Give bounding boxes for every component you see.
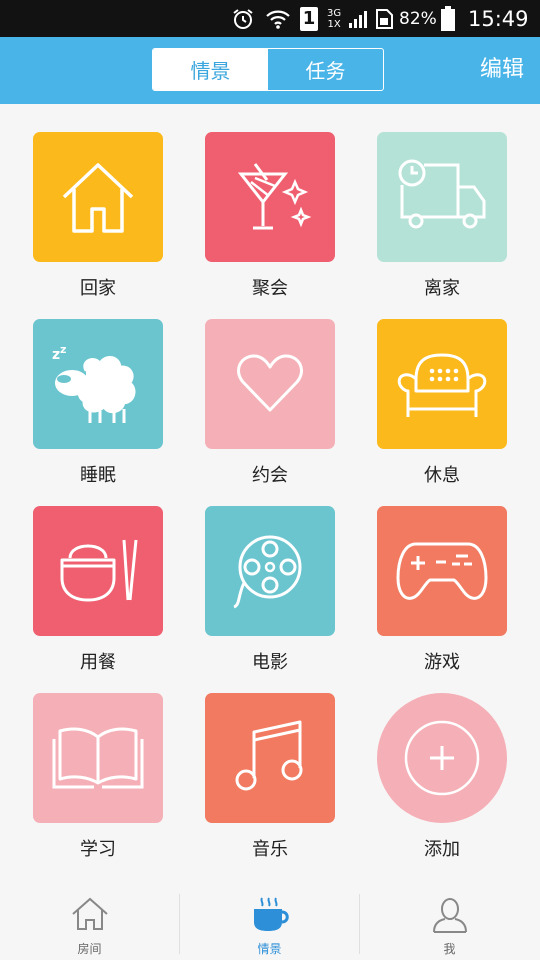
scene-label: 电影: [252, 652, 288, 673]
wifi-icon: [265, 0, 291, 37]
scene-label: 离家: [424, 278, 460, 299]
scene-label: 音乐: [252, 839, 288, 860]
tab-scenes-bottom[interactable]: 情景: [180, 890, 359, 960]
sim-icon: 1: [300, 0, 318, 37]
gamepad-icon: [396, 542, 488, 600]
house-outline-icon: [71, 897, 108, 930]
heart-icon: [237, 354, 303, 412]
bowl-chopsticks-icon: [60, 539, 138, 602]
tab-rooms[interactable]: 房间: [0, 890, 179, 960]
svg-text:z: z: [60, 343, 66, 356]
truck-clock-icon: [398, 159, 486, 229]
scene-label: 睡眠: [80, 465, 116, 486]
network-label: 3G: [327, 7, 342, 19]
sd-card-icon: [374, 0, 394, 37]
person-icon: [432, 898, 467, 933]
segmented-control: 情景 任务: [152, 48, 384, 91]
battery-icon: [440, 0, 456, 37]
alarm-icon: [231, 0, 255, 37]
book-icon: [52, 727, 144, 789]
status-bar: 1 3G 1X 82% 15:49: [0, 0, 540, 37]
header-bar: 情景 任务 编辑: [0, 37, 540, 104]
tab-label: 情景: [257, 942, 282, 956]
music-note-icon: [235, 720, 303, 791]
edit-button[interactable]: 编辑: [480, 51, 524, 83]
film-reel-icon: [233, 535, 302, 609]
tab-label: 房间: [77, 942, 102, 956]
cocktail-icon: [237, 163, 312, 230]
scene-tile-date[interactable]: [205, 319, 335, 449]
network-type: 3G 1X: [327, 0, 341, 37]
scene-grid: 回家 聚会 离家 z z 睡眠 约会 休息 用餐 电影 游戏 学习 音乐 添加: [0, 104, 540, 890]
scene-label: 休息: [424, 465, 460, 486]
scene-tile-music[interactable]: [205, 693, 335, 823]
scene-label: 用餐: [80, 652, 116, 673]
add-scene-button[interactable]: [377, 693, 507, 823]
scene-label: 回家: [80, 278, 116, 299]
svg-text:z: z: [52, 347, 60, 363]
bottom-tab-bar: 房间 情景 我: [0, 890, 540, 960]
scene-tile-party[interactable]: [205, 132, 335, 262]
scene-label: 游戏: [424, 652, 460, 673]
sim-number: 1: [300, 6, 318, 31]
cup-icon: [253, 897, 289, 931]
scene-label: 添加: [424, 839, 460, 860]
sheep-sleep-icon: z z: [52, 343, 136, 423]
scene-label: 约会: [252, 465, 288, 486]
tab-scenes[interactable]: 情景: [153, 49, 268, 90]
scene-tile-sleep[interactable]: z z: [33, 319, 163, 449]
scene-tile-games[interactable]: [377, 506, 507, 636]
clock-time: 15:49: [468, 6, 529, 31]
sofa-icon: [397, 353, 487, 417]
scene-tile-rest[interactable]: [377, 319, 507, 449]
scene-tile-home[interactable]: [33, 132, 163, 262]
scene-label: 学习: [80, 839, 116, 860]
network-sub-label: 1X: [327, 18, 341, 30]
scene-tile-study[interactable]: [33, 693, 163, 823]
battery-percent: 82%: [399, 8, 437, 29]
tab-tasks[interactable]: 任务: [268, 49, 383, 90]
home-icon: [62, 163, 134, 233]
scene-tile-leave-home[interactable]: [377, 132, 507, 262]
scene-label: 聚会: [252, 278, 288, 299]
plus-icon: [404, 720, 480, 796]
scene-tile-dining[interactable]: [33, 506, 163, 636]
tab-me[interactable]: 我: [360, 890, 539, 960]
signal-icon: [348, 0, 370, 37]
tab-label: 我: [443, 942, 456, 956]
scene-tile-movie[interactable]: [205, 506, 335, 636]
